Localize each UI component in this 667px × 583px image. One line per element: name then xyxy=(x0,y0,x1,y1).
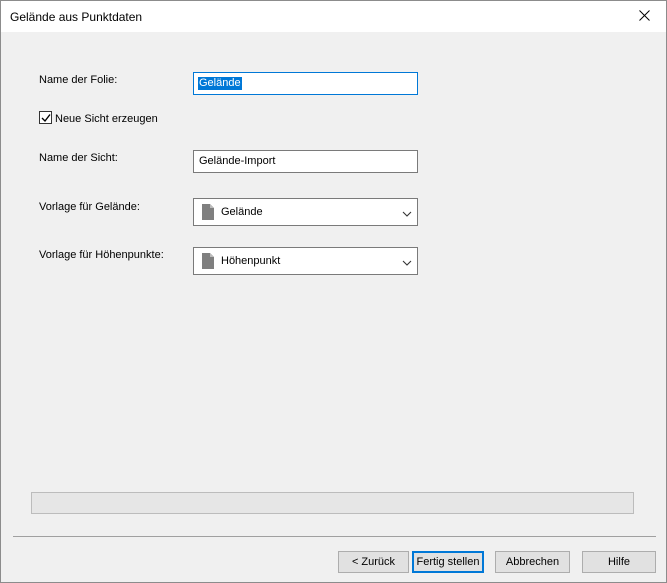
dialog-window: Gelände aus Punktdaten Name der Folie: G… xyxy=(0,0,667,583)
layer-name-label: Name der Folie: xyxy=(39,74,118,86)
height-points-template-value: Höhenpunkt xyxy=(221,255,281,267)
create-view-label[interactable]: Neue Sicht erzeugen xyxy=(55,113,158,125)
height-points-template-dropdown[interactable]: Höhenpunkt xyxy=(193,247,418,275)
close-button[interactable] xyxy=(622,1,666,32)
chevron-down-icon[interactable] xyxy=(402,209,412,217)
window-title: Gelände aus Punktdaten xyxy=(10,10,143,24)
close-icon xyxy=(638,9,650,24)
layer-name-value: Gelände xyxy=(198,77,242,90)
view-name-label: Name der Sicht: xyxy=(39,152,118,164)
title-bar: Gelände aus Punktdaten xyxy=(1,1,666,32)
height-points-template-label: Vorlage für Höhenpunkte: xyxy=(39,249,164,261)
chevron-down-icon[interactable] xyxy=(402,258,412,266)
cancel-button[interactable]: Abbrechen xyxy=(495,551,570,573)
separator xyxy=(13,536,656,537)
help-button[interactable]: Hilfe xyxy=(582,551,656,573)
progress-bar xyxy=(31,492,634,514)
back-button[interactable]: < Zurück xyxy=(338,551,409,573)
terrain-template-value: Gelände xyxy=(221,206,263,218)
layer-name-input[interactable]: Gelände xyxy=(193,72,418,95)
view-name-input[interactable]: Gelände-Import xyxy=(193,150,418,173)
document-icon xyxy=(202,253,214,269)
terrain-template-dropdown[interactable]: Gelände xyxy=(193,198,418,226)
document-icon xyxy=(202,204,214,220)
terrain-template-label: Vorlage für Gelände: xyxy=(39,201,140,213)
finish-button[interactable]: Fertig stellen xyxy=(412,551,484,573)
view-name-value: Gelände-Import xyxy=(199,155,276,167)
create-view-checkbox[interactable] xyxy=(39,111,52,124)
